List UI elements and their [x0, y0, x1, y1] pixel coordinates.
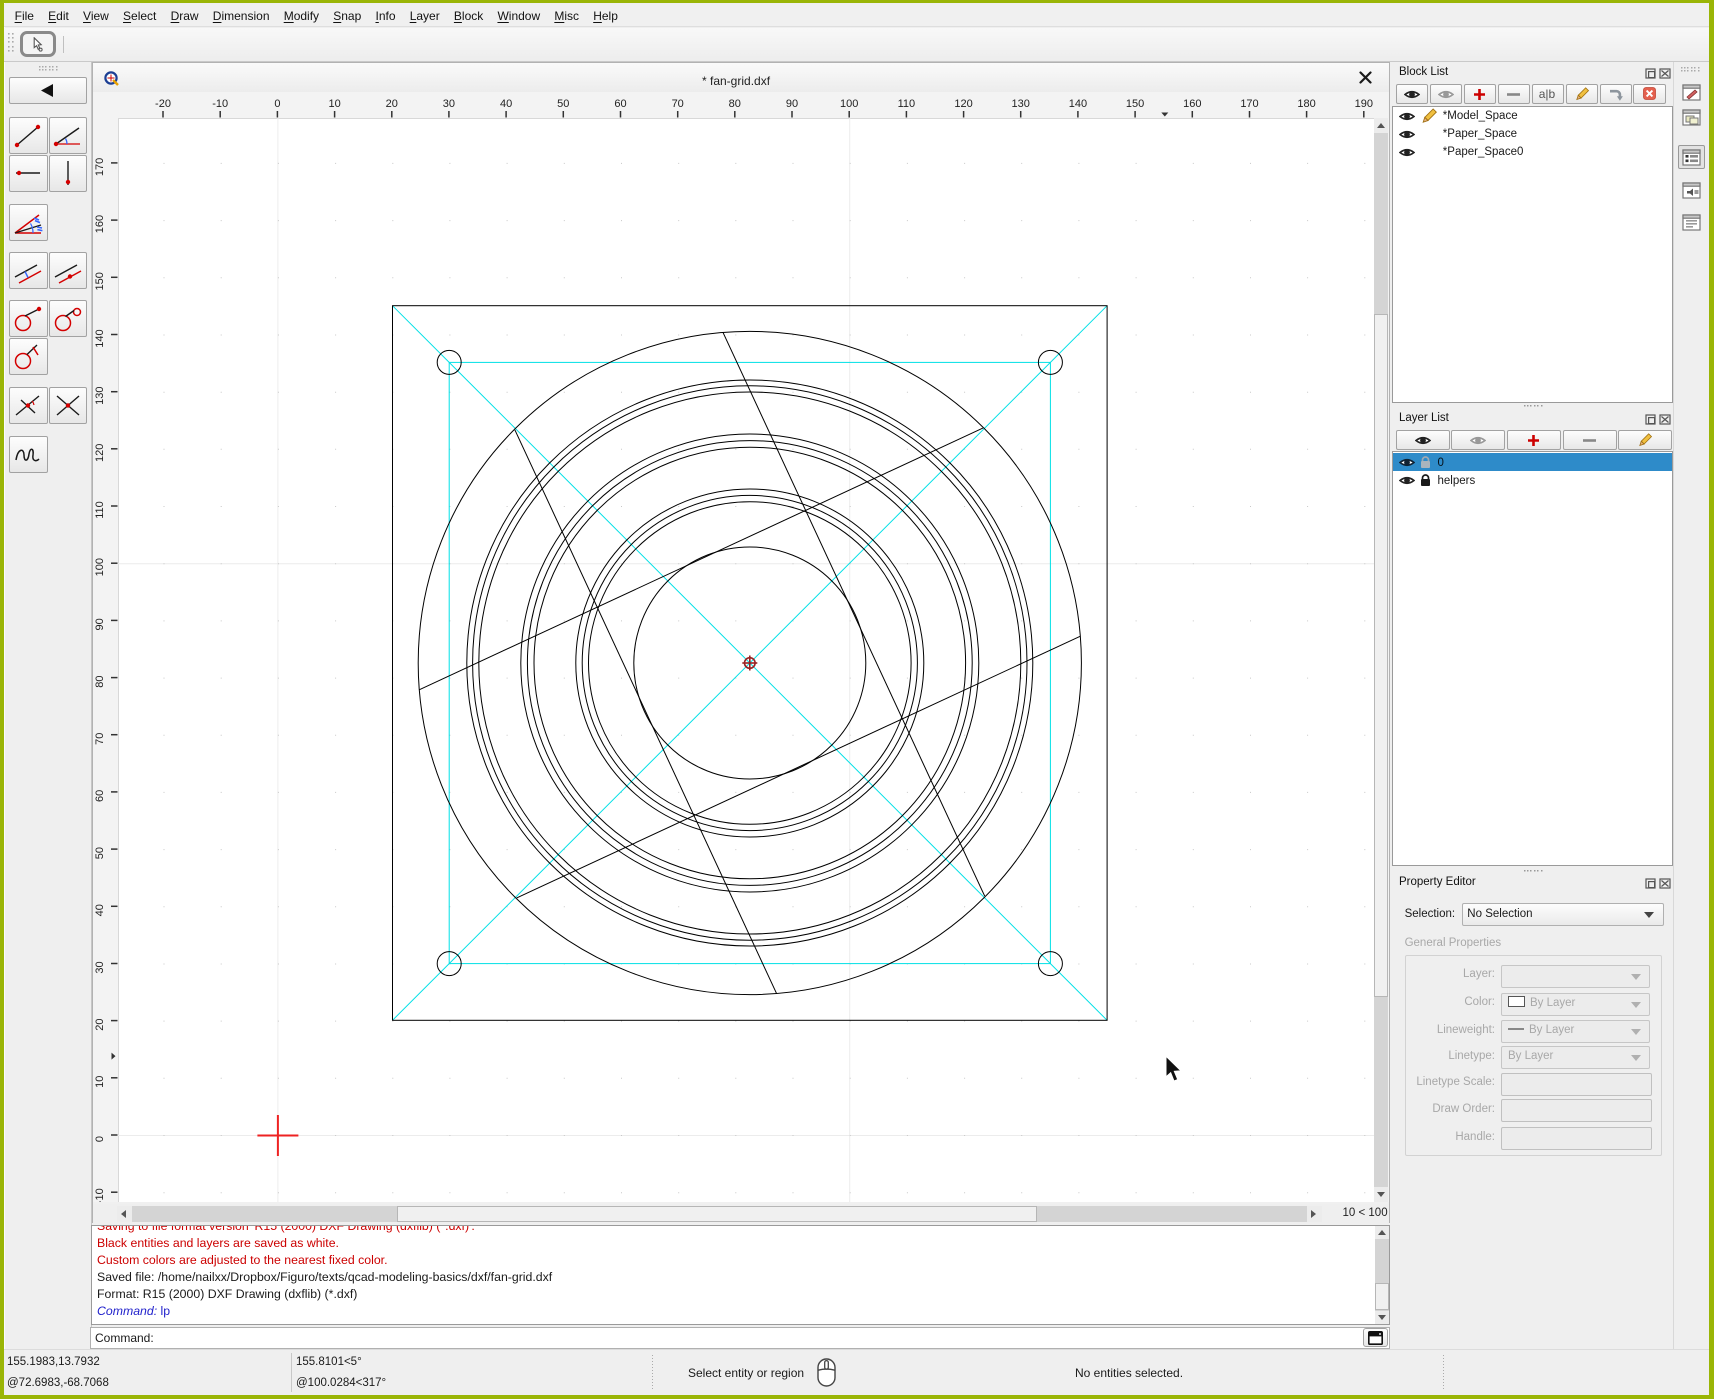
- svg-text:70: 70: [94, 733, 106, 745]
- svg-text:20: 20: [386, 98, 398, 110]
- svg-text:40: 40: [500, 98, 512, 110]
- svg-text:60: 60: [94, 790, 106, 802]
- svg-text:0: 0: [94, 1136, 106, 1142]
- svg-text:140: 140: [1069, 98, 1087, 110]
- svg-text:-20: -20: [155, 98, 171, 110]
- svg-text:170: 170: [1240, 98, 1258, 110]
- svg-text:160: 160: [1183, 98, 1201, 110]
- svg-text:50: 50: [557, 98, 569, 110]
- svg-text:100: 100: [94, 558, 106, 576]
- svg-text:40: 40: [94, 904, 106, 916]
- svg-text:80: 80: [729, 98, 741, 110]
- svg-text:60: 60: [614, 98, 626, 110]
- svg-text:20: 20: [94, 1018, 106, 1030]
- svg-text:70: 70: [672, 98, 684, 110]
- svg-text:120: 120: [954, 98, 972, 110]
- svg-text:-10: -10: [212, 98, 228, 110]
- svg-text:100: 100: [840, 98, 858, 110]
- svg-text:0: 0: [274, 98, 280, 110]
- svg-text:170: 170: [94, 158, 106, 176]
- svg-text:180: 180: [1297, 98, 1315, 110]
- svg-text:30: 30: [443, 98, 455, 110]
- svg-text:30: 30: [94, 961, 106, 973]
- svg-text:80: 80: [94, 675, 106, 687]
- svg-text:110: 110: [94, 501, 106, 519]
- svg-text:90: 90: [94, 618, 106, 630]
- svg-text:90: 90: [786, 98, 798, 110]
- svg-text:140: 140: [94, 329, 106, 347]
- svg-text:-10: -10: [94, 1188, 106, 1202]
- svg-text:10: 10: [94, 1076, 106, 1088]
- svg-text:10: 10: [328, 98, 340, 110]
- svg-text:190: 190: [1355, 98, 1373, 110]
- svg-text:120: 120: [94, 444, 106, 462]
- svg-text:50: 50: [94, 847, 106, 859]
- svg-text:160: 160: [94, 215, 106, 233]
- svg-text:150: 150: [94, 272, 106, 290]
- svg-text:150: 150: [1126, 98, 1144, 110]
- svg-text:130: 130: [1012, 98, 1030, 110]
- svg-text:110: 110: [898, 98, 916, 110]
- svg-text:130: 130: [94, 387, 106, 405]
